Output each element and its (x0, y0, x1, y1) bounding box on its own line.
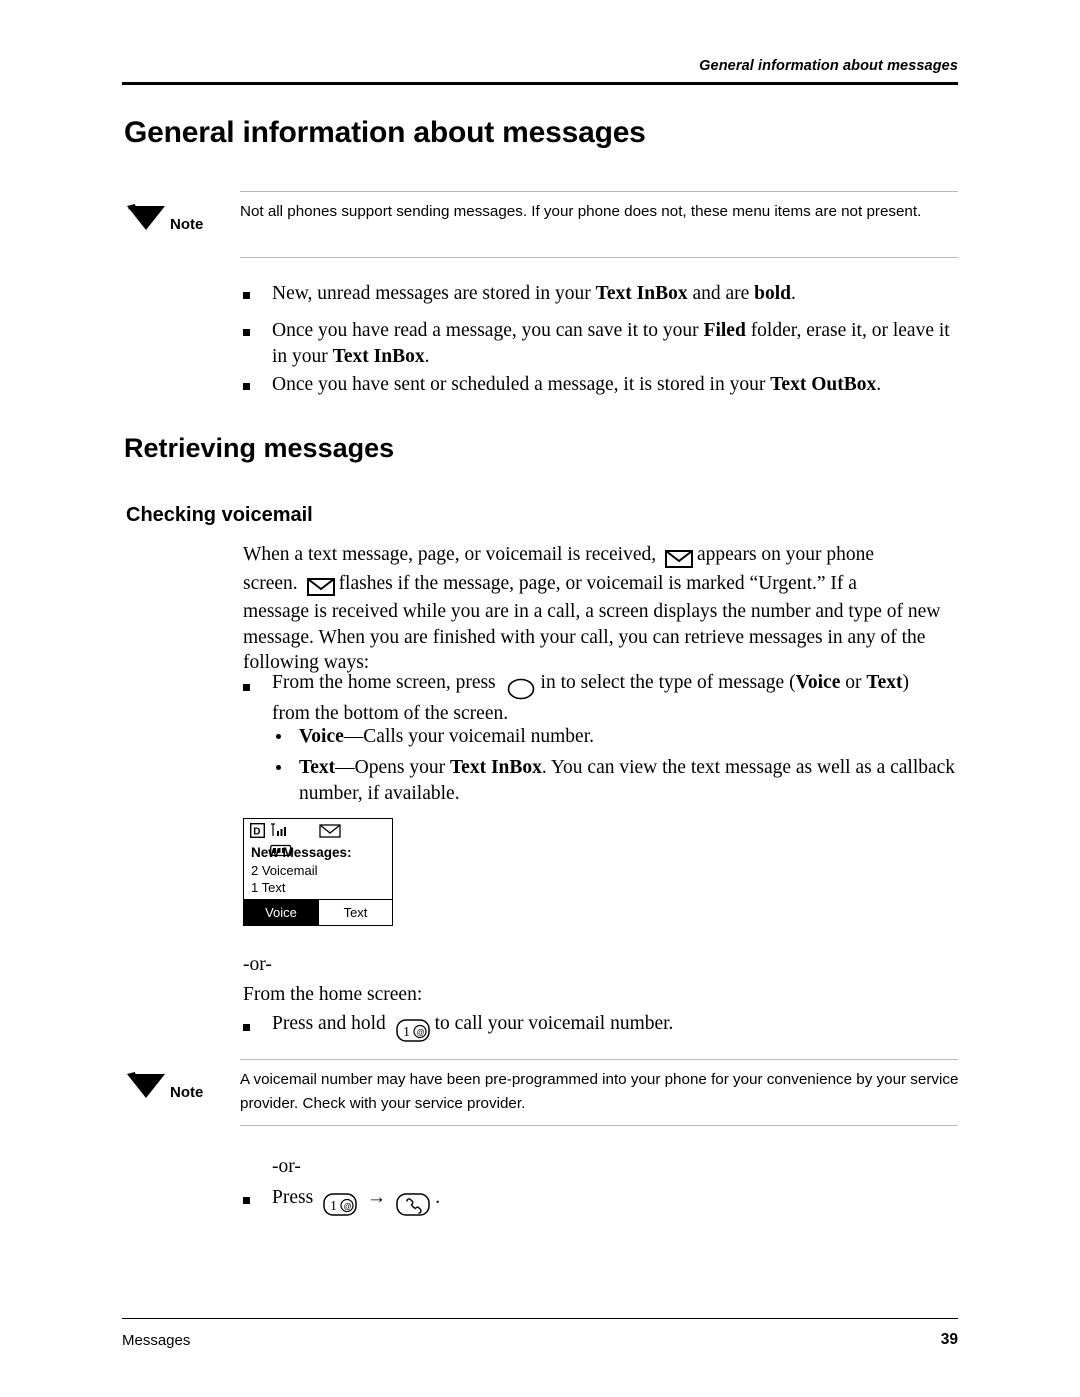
svg-text:D: D (253, 827, 260, 838)
send-key-icon (396, 1191, 431, 1217)
signal-bars-icon (271, 823, 293, 843)
intro-line-1-text: When a text message, page, or voicemail … (243, 544, 657, 565)
svg-text:1: 1 (330, 1199, 337, 1214)
note-bottom-rule (240, 1125, 958, 1126)
phone-softkey-bar: Voice Text (244, 899, 392, 925)
page-title: General information about messages (124, 116, 646, 149)
bullet-marker (243, 1197, 250, 1204)
press-final-bullet: Press 1 @ → . (272, 1185, 972, 1217)
running-head: General information about messages (699, 58, 958, 74)
press-nav-text-2: in to select the type of message ( (540, 672, 796, 693)
intro-line-2-tail: flashes if the message, page, or voicema… (338, 572, 857, 594)
or-separator-1: -or- (243, 954, 272, 975)
press-final-end: . (435, 1187, 441, 1208)
svg-text:@: @ (344, 1202, 352, 1211)
footer-rule (122, 1318, 958, 1319)
sub-bullet-marker (276, 765, 281, 770)
navigation-key-icon (507, 675, 535, 701)
sub-bullet-marker (276, 734, 281, 739)
press-final-text: Press (272, 1187, 314, 1208)
sub-bullet-text: Text—Opens your Text InBox. You can view… (299, 755, 959, 806)
text-option-label: Text (866, 672, 903, 693)
note-top-rule (240, 1059, 958, 1060)
envelope-icon (306, 574, 335, 600)
press-nav-text-3: from the bottom of the screen. (272, 702, 509, 724)
sub-voice-bold: Voice (299, 726, 344, 747)
bullet-marker (243, 383, 250, 390)
sub-voice-rest: —Calls your voicemail number. (343, 726, 594, 747)
intro-line-2-head: screen. (243, 572, 298, 594)
phone-status-bar: D (244, 819, 392, 857)
note-label: Note (170, 216, 204, 233)
paren-close: ) (902, 672, 909, 693)
section-heading: Retrieving messages (124, 433, 395, 463)
arrow-icon: → (366, 1187, 387, 1208)
note-top-rule (240, 191, 958, 192)
from-home-screen-text: From the home screen: (243, 984, 423, 1005)
note-bottom-rule (240, 257, 958, 258)
bullet-marker (243, 292, 250, 299)
press-nav-bullet: From the home screen, press in to select… (272, 670, 972, 726)
voice-option-label: Voice (795, 672, 841, 693)
intro-rest: message is received while you are in a c… (243, 601, 941, 673)
bullet-marker (243, 329, 250, 336)
subsection-heading: Checking voicemail (126, 504, 313, 526)
press-nav-text: From the home screen, press (272, 672, 496, 693)
softkey-voice[interactable]: Voice (244, 900, 318, 925)
key-1-icon: 1 @ (395, 1017, 430, 1043)
sub-text-rest-a: —Opens your (335, 757, 450, 778)
or-conj: or (840, 672, 867, 693)
footer-chapter: Messages (122, 1332, 191, 1349)
document-page: General information about messages Gener… (0, 0, 1080, 1397)
phone-screen-line-2: 1 Text (251, 880, 286, 895)
note-text: A voicemail number may have been pre-pro… (240, 1071, 959, 1112)
press-hold-bullet: Press and hold 1 @ to call your voicemai… (272, 1011, 972, 1043)
bullet-marker (243, 684, 250, 691)
or-separator-2: -or- (272, 1156, 301, 1177)
sub-bullet-voice: Voice—Calls your voicemail number. (299, 724, 959, 750)
key-1-icon: 1 @ (323, 1191, 357, 1217)
intro-line-1-tail: appears on your phone (697, 544, 875, 565)
voicemail-intro: When a text message, page, or voicemail … (243, 542, 958, 676)
svg-text:1: 1 (403, 1025, 410, 1040)
softkey-text[interactable]: Text (318, 900, 392, 925)
phone-screen-mock: D New Messages: 2 Voicemail 1 Text Voice… (243, 818, 393, 926)
envelope-icon (665, 545, 693, 571)
note-text: Not all phones support sending messages.… (240, 203, 922, 220)
svg-text:Note: Note (128, 206, 137, 211)
svg-text:@: @ (416, 1028, 424, 1037)
phone-screen-title: New Messages: (251, 845, 352, 860)
bullet-item: Once you have sent or scheduled a messag… (272, 374, 882, 395)
phone-screen-line-1: 2 Voicemail (251, 863, 318, 878)
footer-page-number: 39 (940, 1331, 958, 1348)
digital-icon: D (249, 822, 266, 843)
bullet-marker (243, 1024, 250, 1031)
sub-text-bold: Text (299, 757, 336, 778)
envelope-icon (319, 823, 341, 843)
note-label: Note (170, 1084, 204, 1101)
sub-text-bold2: Text InBox (449, 757, 542, 778)
press-hold-text-a: Press and hold (272, 1013, 386, 1034)
bullet-item: New, unread messages are stored in your … (272, 283, 796, 304)
header-rule (122, 82, 958, 85)
press-hold-text-b: to call your voicemail number. (434, 1013, 674, 1034)
bullet-item: Once you have read a message, you can sa… (272, 320, 950, 367)
